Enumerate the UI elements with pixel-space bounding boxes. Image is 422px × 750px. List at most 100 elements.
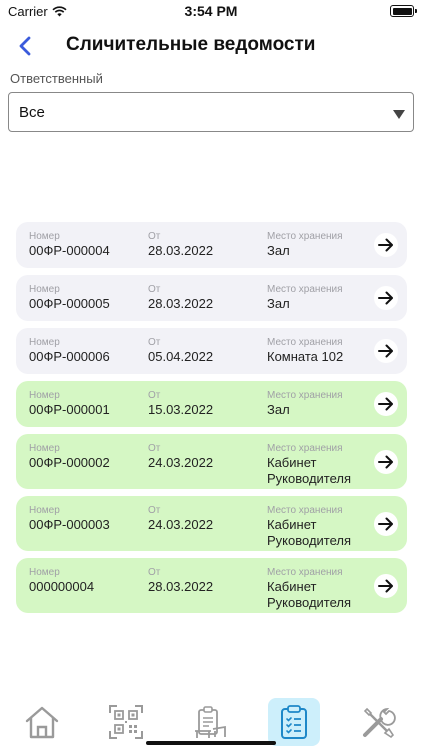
date-caption: От xyxy=(148,567,161,578)
tab-settings[interactable] xyxy=(352,698,404,746)
storage-location: Комната 102 xyxy=(267,349,344,364)
storage-caption: Место хранения xyxy=(267,443,343,454)
document-card[interactable]: Номер 00ФР-000004 От 28.03.2022 Место хранен… xyxy=(16,222,407,268)
number-caption: Номер xyxy=(29,443,60,454)
page-title: Сличительные ведомости xyxy=(66,34,316,55)
document-date: 28.03.2022 xyxy=(148,579,214,594)
document-card[interactable]: Номер 00ФР-000005 От 28.03.2022 Место хранен… xyxy=(16,275,407,321)
number-caption: Номер xyxy=(29,337,60,348)
clipboard-list-icon xyxy=(281,705,307,739)
open-document-button[interactable] xyxy=(374,339,398,363)
storage-column: Место хранения Зал xyxy=(267,230,343,259)
arrow-right-icon xyxy=(378,238,393,252)
tab-inventory[interactable] xyxy=(184,698,236,746)
number-column: Номер 00ФР-000005 xyxy=(29,283,110,312)
number-column: Номер 00ФР-000001 xyxy=(29,389,110,418)
storage-location: Кабинет xyxy=(267,455,317,470)
date-caption: От xyxy=(148,337,161,348)
number-caption: Номер xyxy=(29,567,60,578)
status-time: 3:54 PM xyxy=(184,3,238,19)
number-caption: Номер xyxy=(29,390,60,401)
storage-location: Зал xyxy=(267,243,290,258)
storage-caption: Место хранения xyxy=(267,284,343,295)
open-document-button[interactable] xyxy=(374,233,398,257)
date-caption: От xyxy=(148,390,161,401)
number-caption: Номер xyxy=(29,284,60,295)
storage-caption: Место хранения xyxy=(267,231,343,242)
document-card[interactable]: Номер 000000004 От 28.03.2022 Место хранения… xyxy=(16,558,407,613)
document-date: 28.03.2022 xyxy=(148,243,214,258)
document-card[interactable]: Номер 00ФР-000001 От 15.03.2022 Место хранен… xyxy=(16,381,407,427)
arrow-right-icon xyxy=(378,455,393,468)
arrow-right-icon xyxy=(378,579,393,592)
number-column: Номер 00ФР-000002 xyxy=(29,442,110,471)
storage-caption: Место хранения xyxy=(267,567,343,578)
open-document-button[interactable] xyxy=(374,286,398,310)
document-date: 05.04.2022 xyxy=(148,349,214,364)
document-date: 24.03.2022 xyxy=(148,455,214,470)
tab-home[interactable] xyxy=(16,698,68,746)
storage-column: Место хранения Кабинет Руководителя xyxy=(267,442,351,487)
document-date: 28.03.2022 xyxy=(148,296,214,311)
storage-location: Зал xyxy=(267,402,290,417)
document-card[interactable]: Номер 00ФР-000002 От 24.03.2022 Место хранен… xyxy=(16,434,407,489)
document-card[interactable]: Номер 00ФР-000003 От 24.03.2022 Место хранен… xyxy=(16,496,407,551)
open-document-button[interactable] xyxy=(374,573,398,598)
storage-location: Зал xyxy=(267,296,290,311)
date-column: От 28.03.2022 xyxy=(148,283,213,312)
storage-caption: Место хранения xyxy=(267,337,343,348)
tools-icon xyxy=(363,707,396,739)
document-date: 24.03.2022 xyxy=(148,517,214,532)
date-caption: От xyxy=(148,443,161,454)
storage-column: Место хранения Комната 102 xyxy=(267,336,343,365)
document-number: 00ФР-000003 xyxy=(29,517,110,532)
date-column: От 24.03.2022 xyxy=(148,504,213,533)
storage-location-line2: Руководителя xyxy=(267,471,352,486)
arrow-right-icon xyxy=(378,517,393,530)
home-icon xyxy=(25,706,59,739)
date-column: От 15.03.2022 xyxy=(148,389,213,418)
number-column: Номер 000000004 xyxy=(29,566,94,595)
tab-inventory-sheets[interactable] xyxy=(268,698,320,746)
number-column: Номер 00ФР-000006 xyxy=(29,336,110,365)
open-document-button[interactable] xyxy=(374,392,398,416)
chevron-left-icon xyxy=(19,36,31,56)
open-document-button[interactable] xyxy=(374,449,398,474)
storage-location-line2: Руководителя xyxy=(267,595,352,610)
arrow-right-icon xyxy=(378,397,393,411)
storage-column: Место хранения Кабинет Руководителя xyxy=(267,566,351,611)
document-date: 15.03.2022 xyxy=(148,402,214,417)
back-button[interactable] xyxy=(14,34,38,58)
arrow-right-icon xyxy=(378,344,393,358)
arrow-right-icon xyxy=(378,291,393,305)
document-number: 00ФР-000006 xyxy=(29,349,110,364)
date-caption: От xyxy=(148,231,161,242)
open-document-button[interactable] xyxy=(374,511,398,536)
documents-list: Номер 00ФР-000004 От 28.03.2022 Место хранен… xyxy=(16,222,407,620)
number-column: Номер 00ФР-000003 xyxy=(29,504,110,533)
battery-icon xyxy=(390,5,417,17)
storage-caption: Место хранения xyxy=(267,505,343,516)
document-number: 00ФР-000001 xyxy=(29,402,110,417)
inventory-desk-icon xyxy=(195,706,226,738)
document-card[interactable]: Номер 00ФР-000006 От 05.04.2022 Место хранен… xyxy=(16,328,407,374)
home-indicator xyxy=(146,741,276,745)
qr-code-icon xyxy=(109,705,143,739)
date-column: От 28.03.2022 xyxy=(148,230,213,259)
storage-column: Место хранения Зал xyxy=(267,283,343,312)
document-number: 00ФР-000005 xyxy=(29,296,110,311)
date-caption: От xyxy=(148,505,161,516)
storage-location-line2: Руководителя xyxy=(267,533,352,548)
date-caption: От xyxy=(148,284,161,295)
storage-caption: Место хранения xyxy=(267,390,343,401)
navigation-header: Сличительные ведомости xyxy=(0,28,422,64)
tab-qr-scan[interactable] xyxy=(100,698,152,746)
storage-location: Кабинет xyxy=(267,517,317,532)
storage-location: Кабинет xyxy=(267,579,317,594)
date-column: От 24.03.2022 xyxy=(148,442,213,471)
dropdown-arrow-icon xyxy=(393,110,405,119)
responsible-select-value: Все xyxy=(19,104,45,121)
responsible-select[interactable]: Все xyxy=(8,92,414,132)
number-caption: Номер xyxy=(29,231,60,242)
date-column: От 28.03.2022 xyxy=(148,566,213,595)
